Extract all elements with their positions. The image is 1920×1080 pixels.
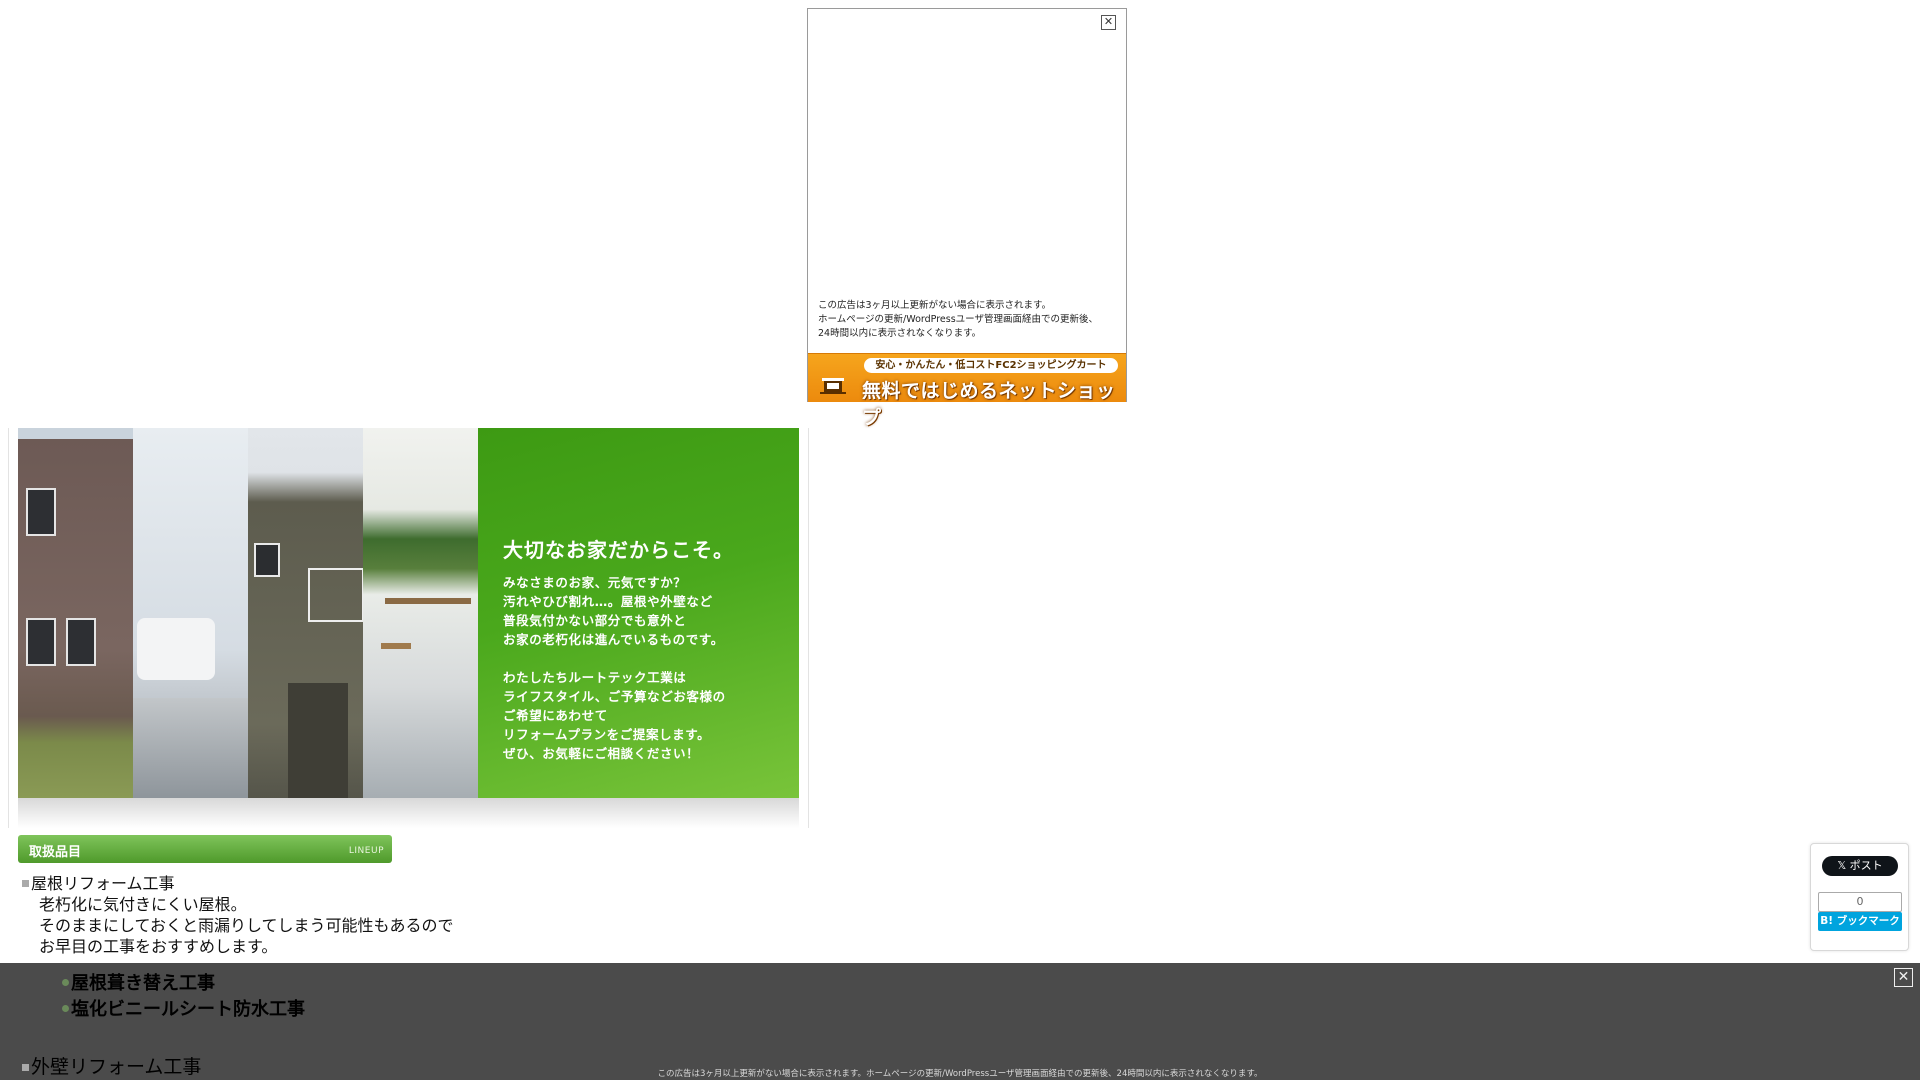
overlay-notice: この広告は3ヶ月以上更新がない場合に表示されます。ホームページの更新/WordP… (657, 1069, 1263, 1079)
category-title: 屋根リフォーム工事 (31, 874, 175, 893)
hero-shadow (18, 798, 799, 828)
bullet-icon (62, 979, 69, 986)
bottom-overlay-ad: 屋根葺き替え工事 塩化ビニールシート防水工事 外壁リフォーム工事 ✕ この広告は… (0, 963, 1920, 1080)
hero-text-line: 普段気付かない部分でも意外と (503, 613, 687, 628)
x-post-button[interactable]: 𝕏 ポスト (1822, 856, 1898, 876)
hero-message-panel: 大切なお家だからこそ。 みなさまのお家、元気ですか？ 汚れやひび割れ…。屋根や外… (478, 428, 799, 798)
hero-banner: 大切なお家だからこそ。 みなさまのお家、元気ですか？ 汚れやひび割れ…。屋根や外… (18, 428, 799, 798)
ad-banner-headline: 無料ではじめるネットショップ (862, 380, 1116, 429)
hero-text-line: わたしたちルートテック工業は (503, 670, 687, 685)
category-roof: 屋根リフォーム工事 (22, 873, 762, 894)
ad-banner-tagline: 安心・かんたん・低コストFC2ショッピングカート (864, 358, 1118, 373)
hero-text-line: ご希望にあわせて (503, 708, 608, 723)
sub-item-label: 塩化ビニールシート防水工事 (71, 999, 305, 1020)
sub-item-label: 屋根葺き替え工事 (71, 973, 215, 994)
shop-icon (820, 378, 846, 394)
overlay-close-button[interactable]: ✕ (1894, 968, 1913, 987)
lineup-header: 取扱品目 LINEUP (18, 835, 392, 863)
interior-photo (133, 428, 248, 798)
top-ad: ✕ この広告は3ヶ月以上更新がない場合に表示されます。 ホームページの更新/Wo… (807, 8, 1127, 429)
bullet-icon (62, 1005, 69, 1012)
hero-headline: 大切なお家だからこそ。 (503, 538, 734, 562)
hero-text-line: みなさまのお家、元気ですか？ (503, 575, 687, 590)
ad-notice-line: この広告は3ヶ月以上更新がない場合に表示されます。 (818, 300, 1052, 311)
house-photo-1 (18, 428, 133, 798)
sub-item: 塩化ビニールシート防水工事 (22, 997, 762, 1023)
ad-notice: この広告は3ヶ月以上更新がない場合に表示されます。 ホームページの更新/Word… (818, 299, 1120, 341)
ad-notice-line: 24時間以内に表示されなくなります。 (818, 328, 982, 339)
description-line: 老朽化に気付きにくい屋根。 (39, 895, 247, 914)
hero-text-line: リフォームプランをご提案します。 (503, 727, 711, 742)
dining-photo (363, 428, 478, 798)
category-description: 老朽化に気付きにくい屋根。 そのままにしておくと雨漏りしてしまう可能性もあるので… (22, 894, 762, 957)
lineup-title: 取扱品目 (29, 845, 82, 860)
overlay-underlying-content: 屋根葺き替え工事 塩化ビニールシート防水工事 外壁リフォーム工事 (22, 963, 762, 1079)
hero-text-line: ぜひ、お気軽にご相談ください！ (503, 746, 700, 761)
shopping-cart-ad-banner[interactable]: 安心・かんたん・低コストFC2ショッピングカート 無料ではじめるネットショップ (808, 353, 1126, 429)
lineup-subtitle: LINEUP (348, 846, 384, 856)
square-bullet-icon (22, 880, 29, 887)
hatena-bookmark-button[interactable]: B! ブックマーク (1818, 912, 1902, 931)
sub-item: 屋根葺き替え工事 (22, 971, 762, 997)
social-share-widget: 𝕏 ポスト 0 B! ブックマーク (1810, 843, 1909, 951)
lineup-content: 屋根リフォーム工事 老朽化に気付きにくい屋根。 そのままにしておくと雨漏りしてし… (22, 873, 762, 957)
ad-notice-line: ホームページの更新/WordPressユーザ管理画面経由での更新後、 (818, 314, 1098, 325)
description-line: お早目の工事をおすすめします。 (39, 937, 278, 956)
hero-text-line: お家の老朽化は進んでいるものです。 (503, 632, 724, 647)
description-line: そのままにしておくと雨漏りしてしまう可能性もあるので (39, 916, 454, 935)
hero-text-line: ライフスタイル、ご予算などお客様の (503, 689, 726, 704)
hero-text-line: 汚れやひび割れ…。屋根や外壁など (503, 594, 713, 609)
ad-close-button[interactable]: ✕ (1101, 15, 1116, 30)
hatena-bookmark-count: 0 (1818, 892, 1902, 912)
house-photo-2 (248, 428, 364, 798)
